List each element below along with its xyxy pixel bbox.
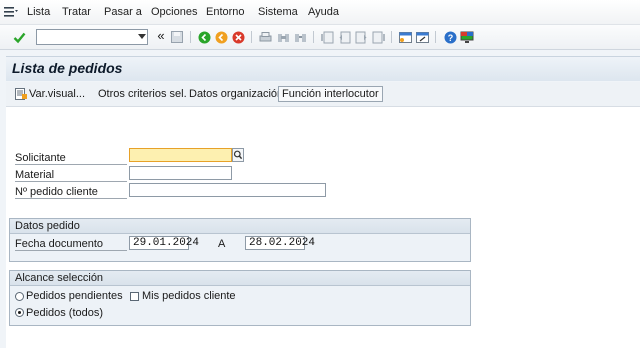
document-date-label: Fecha documento — [15, 238, 104, 250]
menu-sistema[interactable]: Sistema — [258, 6, 298, 18]
order-data-title: Datos pedido — [10, 219, 470, 234]
command-field[interactable] — [36, 29, 148, 45]
customer-po-field[interactable] — [129, 183, 326, 197]
print-icon[interactable] — [258, 30, 272, 44]
shortcut-icon[interactable] — [415, 30, 429, 44]
material-label: Material — [15, 169, 55, 181]
pending-orders-radio[interactable] — [15, 292, 24, 301]
search-icon — [233, 150, 243, 160]
new-session-icon[interactable] — [398, 30, 412, 44]
layout-variant-icon — [15, 88, 27, 100]
menu-tratar[interactable]: Tratar — [62, 6, 91, 18]
last-page-icon[interactable] — [371, 30, 385, 44]
search-help-button[interactable] — [232, 148, 244, 162]
selection-scope-title: Alcance selección — [10, 271, 470, 286]
enter-check-icon[interactable] — [12, 30, 26, 44]
command-input[interactable] — [37, 30, 135, 44]
exit-icon[interactable] — [214, 30, 228, 44]
all-orders-radio[interactable] — [15, 308, 24, 317]
previous-page-icon[interactable] — [337, 30, 351, 44]
solicitante-field[interactable] — [129, 148, 232, 162]
pending-orders-label[interactable]: Pedidos pendientes — [26, 290, 123, 302]
document-date-from-field[interactable]: 29.01.2024 — [129, 236, 199, 250]
chevron-down-icon[interactable] — [138, 34, 146, 39]
my-orders-checkbox[interactable] — [130, 292, 139, 301]
help-icon[interactable]: ? — [443, 30, 457, 44]
page-title: Lista de pedidos — [12, 60, 123, 76]
menu-pasar-a[interactable]: Pasar a — [104, 6, 142, 18]
find-next-icon[interactable] — [293, 30, 307, 44]
standard-toolbar: « ? — [0, 25, 640, 50]
save-icon[interactable] — [170, 30, 184, 44]
menu-icon[interactable] — [4, 6, 18, 18]
menu-entorno[interactable]: Entorno — [206, 6, 245, 18]
next-page-icon[interactable] — [354, 30, 368, 44]
collapse-command-icon[interactable]: « — [154, 28, 168, 43]
customer-po-label: Nº pedido cliente — [15, 186, 98, 198]
cancel-icon[interactable] — [231, 30, 245, 44]
menu-bar: Lista Tratar Pasar a Opciones Entorno Si… — [0, 0, 640, 25]
menu-ayuda[interactable]: Ayuda — [308, 6, 339, 18]
back-icon[interactable] — [197, 30, 211, 44]
first-page-icon[interactable] — [320, 30, 334, 44]
my-orders-label[interactable]: Mis pedidos cliente — [142, 290, 236, 302]
date-to-label: A — [218, 238, 226, 250]
customize-layout-icon[interactable] — [460, 30, 474, 44]
find-icon[interactable] — [276, 30, 290, 44]
solicitante-label: Solicitante — [15, 152, 66, 164]
document-date-to-field[interactable]: 28.02.2024 — [245, 236, 315, 250]
other-criteria-button[interactable]: Otros criterios sel. — [98, 88, 187, 100]
menu-opciones[interactable]: Opciones — [151, 6, 197, 18]
all-orders-label[interactable]: Pedidos (todos) — [26, 307, 103, 319]
partner-function-button[interactable]: Función interlocutor — [278, 86, 383, 102]
display-variant-button[interactable]: Var.visual... — [29, 88, 85, 100]
org-data-button[interactable]: Datos organización — [189, 88, 283, 100]
menu-lista[interactable]: Lista — [27, 6, 50, 18]
material-field[interactable] — [129, 166, 232, 180]
svg-text:?: ? — [447, 33, 453, 43]
